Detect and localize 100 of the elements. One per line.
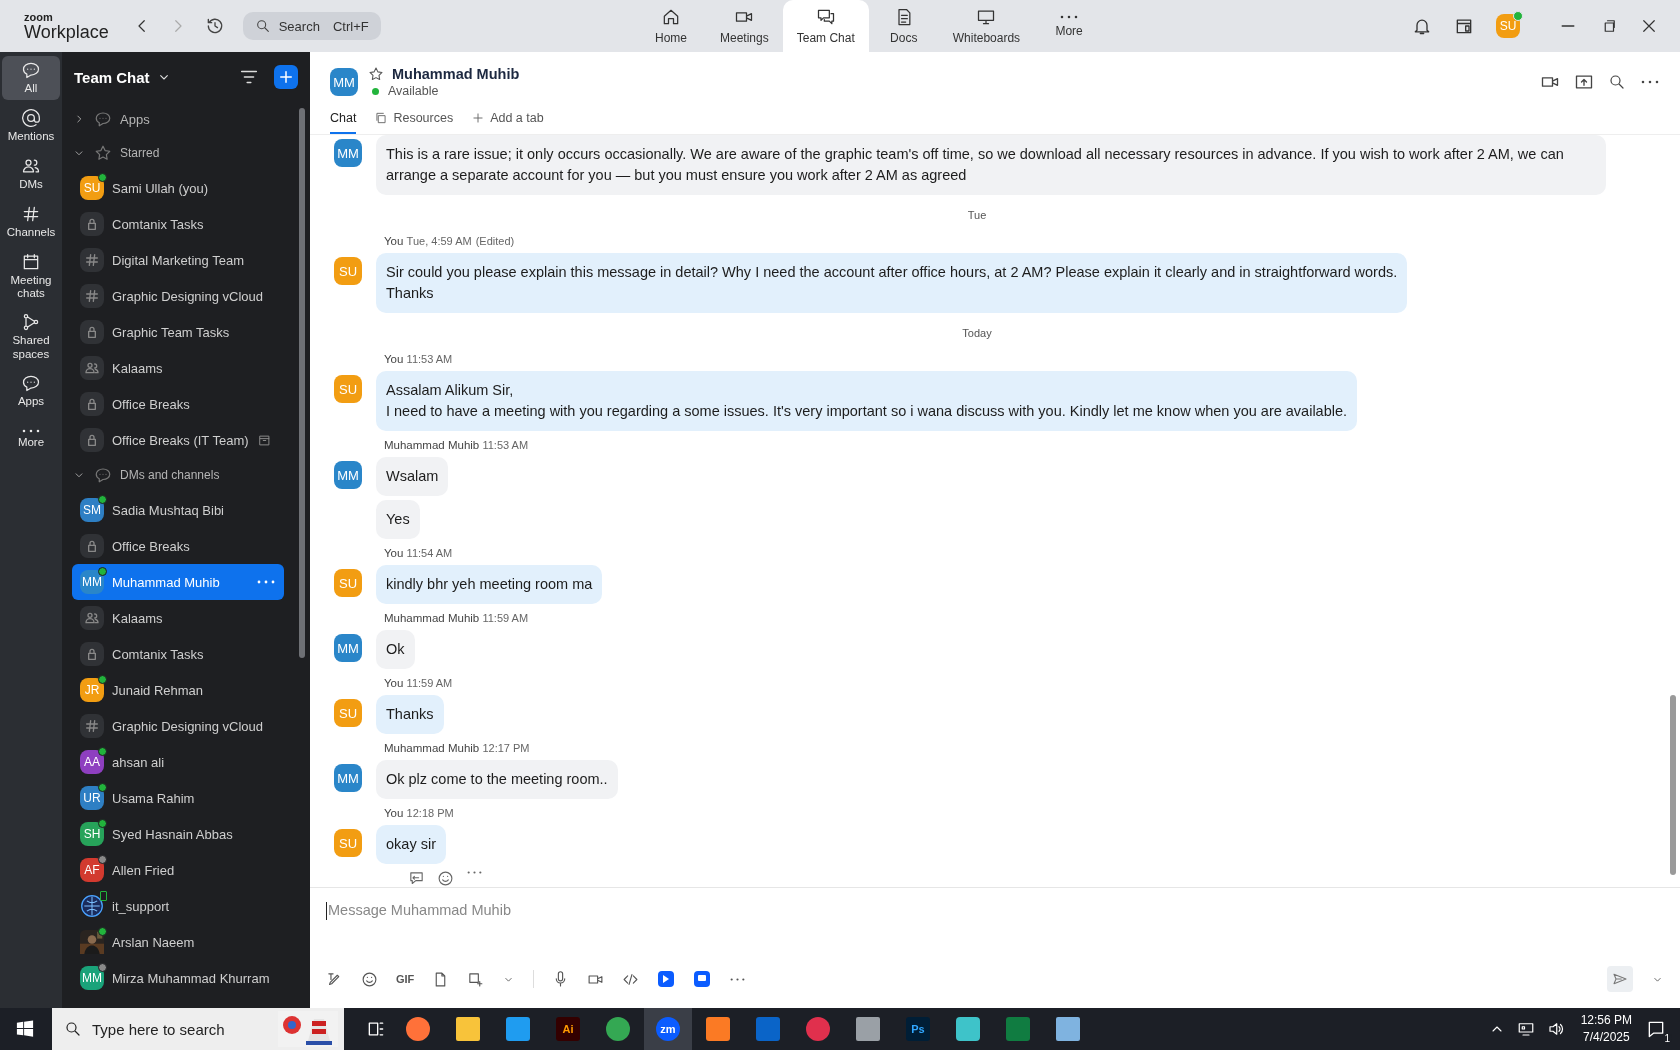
avatar: AF (80, 858, 104, 882)
message-bubble: Yes (376, 500, 420, 539)
nav-tab[interactable]: Whiteboards (938, 0, 1035, 52)
app-bubble-icon[interactable] (693, 970, 712, 988)
message-input[interactable]: Message Muhammad Muhib (310, 888, 1680, 966)
avatar: MM (80, 570, 104, 594)
notification-icon[interactable] (1646, 1019, 1666, 1039)
conversation-item[interactable]: Kalaams (72, 600, 284, 636)
search-icon[interactable] (1608, 73, 1626, 91)
conversation-item[interactable]: MM Muhammad Muhib (72, 564, 284, 600)
section-header[interactable]: DMs and channels (72, 458, 284, 492)
avatar: MM (80, 966, 104, 990)
chat-bubbles-icon (815, 7, 836, 27)
conversation-item[interactable]: Comtanix Tasks (72, 206, 284, 242)
rail-item[interactable]: Meeting chats (2, 248, 60, 305)
avatar: JR (80, 678, 104, 702)
home-icon (661, 7, 681, 27)
conversation-item[interactable]: Graphic Designing vCloud (72, 278, 284, 314)
taskbar-app[interactable]: Ai (544, 1008, 592, 1050)
contact-avatar: MM (330, 68, 358, 96)
conversation-item[interactable]: MM Mirza Muhammad Khurram (72, 960, 284, 996)
emoji-icon[interactable] (361, 970, 378, 988)
message-meta: You 11:53 AM (384, 353, 453, 365)
nav-tab[interactable]: Team Chat (782, 0, 869, 52)
app-square-icon[interactable] (657, 970, 676, 988)
conversation-item[interactable]: Comtanix Tasks (72, 636, 284, 672)
date-divider: Today (962, 326, 992, 341)
nav-tab[interactable]: Home (636, 0, 706, 52)
message-bubble: Thanks (376, 695, 444, 734)
scrollbar[interactable] (299, 108, 305, 658)
clock-date[interactable]: 7/4/2025 (1582, 1029, 1630, 1046)
speaker-icon[interactable] (1546, 1020, 1565, 1038)
conversation-item[interactable]: it_support (72, 888, 284, 924)
gif-button[interactable]: GIF (396, 973, 415, 985)
sidebar-title[interactable]: Team Chat (74, 68, 150, 86)
search-placeholder: Search (278, 18, 321, 34)
taskbar-search-field[interactable]: Type here to search (52, 1008, 344, 1050)
search-icon (254, 18, 271, 34)
conversation-item[interactable]: Arslan Naeem (72, 924, 284, 960)
conversation-item[interactable]: AF Allen Fried (72, 852, 284, 888)
reply-icon[interactable] (408, 870, 425, 887)
more-icon[interactable] (729, 976, 747, 982)
format-button[interactable] (1607, 966, 1633, 992)
hash-icon (84, 252, 100, 268)
plus-icon (471, 111, 486, 125)
rail-item[interactable]: All (2, 56, 60, 100)
message-bubble: kindly bhr yeh meeting room ma (376, 565, 603, 604)
message-meta: You 12:18 PM (384, 807, 454, 819)
message-meta: Muhammad Muhib 11:53 AM (384, 439, 529, 451)
section-header[interactable]: Apps (72, 102, 284, 136)
star-icon[interactable] (368, 66, 384, 82)
conversation-item[interactable]: SU Sami Ullah (you) (72, 170, 284, 206)
message-bubble: Assalam Alikum Sir, I need to have a meeting with you regarding a some issues. It's very important so i wana discuss with you. Kindly let me know when you are available. (376, 371, 1358, 431)
conversation-item[interactable]: UR Usama Rahim (72, 780, 284, 816)
taskbar-app[interactable]: Ps (894, 1008, 942, 1050)
conversation-item[interactable]: Graphic Designing vCloud (72, 708, 284, 744)
rail-item[interactable]: Apps (2, 368, 60, 413)
nav-tab[interactable]: More (1034, 0, 1105, 52)
scrollbar[interactable] (1670, 695, 1676, 875)
search-field[interactable]: Search Ctrl+F (242, 12, 381, 40)
conversation-item[interactable]: Digital Marketing Team (72, 242, 284, 278)
new-chat-button[interactable] (274, 65, 298, 89)
rail-item[interactable]: DMs (2, 152, 60, 196)
message-bubble: Ok (376, 630, 415, 669)
rail-item[interactable]: Shared spaces (2, 308, 60, 365)
message-bubble: Wsalam (376, 457, 449, 496)
rail-item[interactable]: More (2, 416, 60, 461)
rail-item[interactable]: Channels (2, 200, 60, 244)
rail-item[interactable]: Mentions (2, 104, 60, 148)
screenshot-icon[interactable] (467, 970, 485, 988)
conversation-item[interactable]: Graphic Team Tasks (72, 314, 284, 350)
emoji-icon[interactable] (437, 870, 454, 887)
close-icon[interactable] (1640, 17, 1658, 35)
chat-tab[interactable]: Resources (374, 104, 454, 134)
conversation-item[interactable]: SM Sadia Mushtaq Bibi (72, 492, 284, 528)
conversation-item[interactable]: Office Breaks (IT Team) (72, 422, 284, 458)
shortcut-hint: Ctrl+F (332, 18, 369, 34)
conversation-item[interactable]: AA ahsan ali (72, 744, 284, 780)
network-icon[interactable] (1516, 1020, 1535, 1038)
message-meta: Muhammad Muhib 11:59 AM (384, 612, 529, 624)
message-meta: You Tue, 4:59 AM (Edited) (384, 235, 515, 247)
more-icon[interactable] (1640, 79, 1660, 85)
conversation-item[interactable]: Office Breaks (72, 386, 284, 422)
chat-tab[interactable]: Add a tab (471, 104, 544, 134)
section-header[interactable]: Starred (72, 136, 284, 170)
nav-tab[interactable]: Meetings (706, 0, 783, 52)
conversation-item[interactable]: JR Junaid Rehman (72, 672, 284, 708)
conversation-item[interactable]: Kalaams (72, 350, 284, 386)
message-meta: Muhammad Muhib 12:17 PM (384, 742, 530, 754)
taskbar-app[interactable]: zm (644, 1008, 692, 1050)
nav-tab[interactable]: Docs (868, 0, 939, 52)
clock-time[interactable]: 12:56 PM (1580, 1012, 1632, 1029)
star-icon (94, 144, 112, 162)
more-icon[interactable] (466, 870, 483, 875)
avatar: SU (334, 375, 362, 403)
hash-icon (84, 718, 100, 734)
chat-tab[interactable]: Chat (330, 104, 357, 134)
conversation-item[interactable]: SH Syed Hasnain Abbas (72, 816, 284, 852)
conversation-item[interactable]: Office Breaks (72, 528, 284, 564)
windows-start-icon[interactable] (16, 1020, 34, 1038)
